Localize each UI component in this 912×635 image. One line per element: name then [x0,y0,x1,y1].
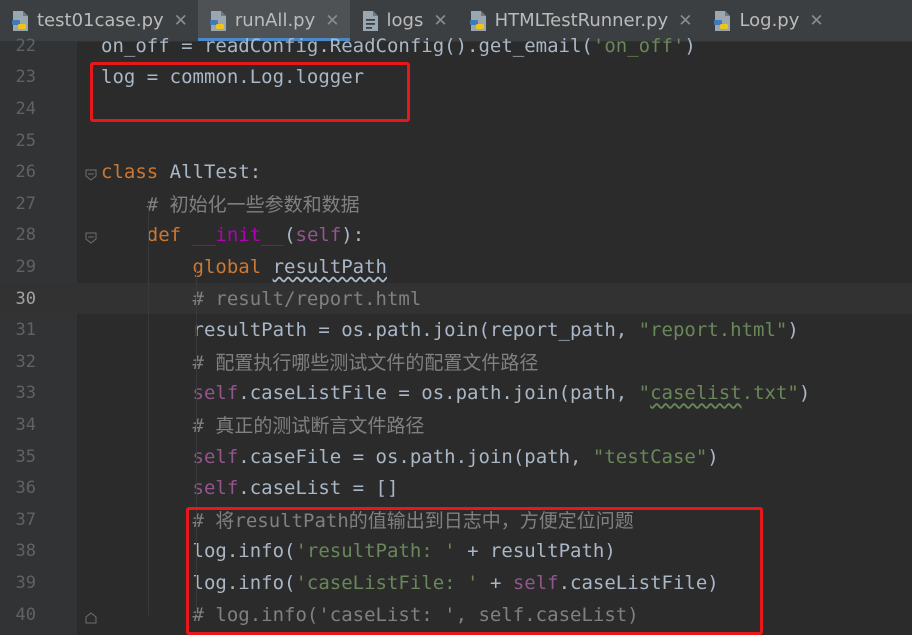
line-number: 33 [15,383,36,404]
code-line[interactable]: 34 # 真正的测试断言文件路径 [0,409,912,441]
code-line[interactable]: 36 self.caseList = [] [0,472,912,504]
code-line[interactable]: 29 global resultPath [0,251,912,283]
line-number: 39 [15,572,36,593]
annotation-highlight-box [186,507,763,635]
code-text: # result/report.html [192,287,422,310]
close-icon[interactable]: ✕ [433,11,447,31]
line-number: 34 [15,414,36,435]
code-line[interactable]: 25 [0,125,912,157]
code-text: class AllTest: [101,161,262,184]
line-number: 22 [15,35,36,56]
line-number: 30 [15,288,36,309]
code-line[interactable]: 30 # result/report.html [0,282,912,315]
tab-label: logs [386,10,424,31]
code-text: # 初始化一些参数和数据 [146,194,360,217]
close-icon[interactable]: ✕ [325,11,339,31]
code-text: self.caseListFile = os.path.join(path, "… [192,382,811,405]
code-text: self.caseFile = os.path.join(path, "test… [192,445,719,468]
code-text: global resultPath [192,255,387,278]
tab-label: HTMLTestRunner.py [494,10,669,31]
fold-marker-icon[interactable] [85,609,97,624]
line-number: 24 [15,98,36,119]
line-number: 31 [15,320,36,341]
line-number: 26 [15,162,36,183]
fold-marker-icon[interactable] [85,166,97,181]
code-line[interactable]: 22 on_off = readConfig.ReadConfig().get_e… [0,30,912,62]
close-icon[interactable]: ✕ [678,11,692,31]
tab-label: runAll.py [234,10,316,31]
line-number: 27 [15,193,36,214]
code-text: resultPath = os.path.join(report_path, "… [101,319,799,342]
code-line[interactable]: 32 # 配置执行哪些测试文件的配置文件路径 [0,346,912,378]
line-number: 37 [15,509,36,530]
indent-guide [148,203,149,615]
line-number: 38 [15,541,36,562]
code-text: # 配置执行哪些测试文件的配置文件路径 [192,352,539,375]
line-number: 36 [15,478,36,499]
code-line[interactable]: 26 class AllTest: [0,156,912,188]
tab-label: test01case.py [37,10,164,31]
line-number: 32 [15,351,36,372]
annotation-highlight-box [90,62,410,122]
code-text: self.caseList = [] [192,477,399,500]
code-line[interactable]: 27 # 初始化一些参数和数据 [0,188,912,220]
fold-marker-icon[interactable] [85,229,97,245]
text-file-icon [360,10,380,32]
python-file-icon [208,10,228,32]
code-text: on_off = readConfig.ReadConfig().get_ema… [101,34,696,57]
code-text: # 真正的测试断言文件路径 [192,415,425,438]
line-number: 40 [15,604,36,625]
code-line[interactable]: 28 def __init__(self): [0,220,912,252]
line-number: 29 [15,256,36,277]
close-icon[interactable]: ✕ [809,11,823,31]
code-line[interactable]: 33 self.caseListFile = os.path.join(path… [0,378,912,410]
python-file-icon [712,10,732,32]
code-line[interactable]: 31 resultPath = os.path.join(report_path… [0,314,912,346]
code-text: def __init__(self): [146,224,365,247]
line-number: 28 [15,225,36,246]
line-number: 35 [15,446,36,467]
close-icon[interactable]: ✕ [174,11,188,31]
line-number: 25 [15,130,36,151]
python-file-icon [10,10,30,32]
line-number: 23 [15,67,36,88]
python-file-icon [468,10,488,32]
tab-label: Log.py [739,10,800,31]
code-line[interactable]: 35 self.caseFile = os.path.join(path, "t… [0,441,912,473]
